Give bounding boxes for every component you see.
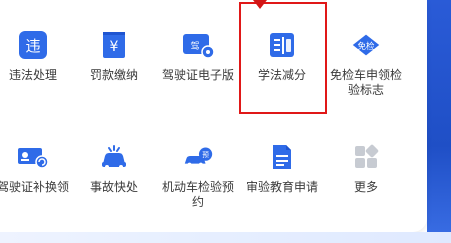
service-label: 审验教育申请 xyxy=(245,180,318,194)
service-e-license[interactable]: 驾 驾驶证电子版 xyxy=(156,0,240,104)
service-accident-quick-handle[interactable]: 事故快处 xyxy=(72,112,156,216)
traffic-violation-icon: 违 xyxy=(16,28,50,62)
service-label: 免检车申领检验标志 xyxy=(329,68,402,97)
svg-text:预: 预 xyxy=(202,150,209,159)
service-vehicle-inspection-appointment[interactable]: 预 机动车检验预约 xyxy=(156,112,240,216)
e-license-icon: 驾 xyxy=(181,28,215,62)
svg-text:免检: 免检 xyxy=(357,41,375,52)
fine-payment-icon: ¥ xyxy=(97,28,131,62)
services-grid: 违 违法处理 ¥ 罚款缴纳 驾 驾驶证电子版 学法减分 免检 免检车申领检验标志… xyxy=(0,0,427,232)
svg-text:¥: ¥ xyxy=(110,39,119,55)
service-fine-payment[interactable]: ¥ 罚款缴纳 xyxy=(72,0,156,104)
pointer-arrow xyxy=(253,0,267,9)
service-label: 机动车检验预约 xyxy=(161,180,234,209)
service-license-replacement[interactable]: 驾驶证补换领 xyxy=(0,112,75,216)
vehicle-inspection-appointment-icon: 预 xyxy=(181,140,215,174)
service-violation-handling[interactable]: 违 违法处理 xyxy=(0,0,75,104)
review-education-icon xyxy=(265,140,299,174)
svg-text:违: 违 xyxy=(25,37,40,55)
bottom-strip xyxy=(0,232,451,243)
more-apps-icon xyxy=(349,140,383,174)
svg-text:驾: 驾 xyxy=(190,41,199,52)
service-label: 违法处理 xyxy=(8,68,57,82)
service-label: 罚款缴纳 xyxy=(89,68,138,82)
service-more[interactable]: 更多 xyxy=(324,112,408,216)
service-label: 更多 xyxy=(353,180,378,194)
service-label: 事故快处 xyxy=(89,180,138,194)
highlight-box-study-law xyxy=(239,2,327,114)
service-label: 驾驶证补换领 xyxy=(0,180,69,194)
background-blue-panel xyxy=(427,0,451,243)
service-label: 驾驶证电子版 xyxy=(161,68,234,82)
license-replacement-icon xyxy=(16,140,50,174)
inspection-exempt-icon: 免检 xyxy=(349,28,383,62)
accident-quick-handle-icon xyxy=(97,140,131,174)
service-review-education[interactable]: 审验教育申请 xyxy=(240,112,324,216)
service-inspection-exempt[interactable]: 免检 免检车申领检验标志 xyxy=(324,0,408,104)
